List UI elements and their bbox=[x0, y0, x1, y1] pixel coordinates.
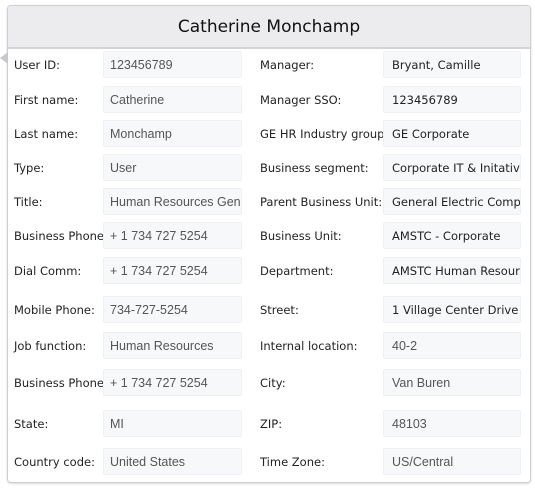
field-value[interactable]: AMSTC - Corporate bbox=[383, 222, 521, 249]
field-value[interactable]: 734-727-5254 bbox=[103, 296, 242, 323]
field-label: Mobile Phone: bbox=[14, 303, 95, 317]
field-value[interactable]: 123456789 bbox=[103, 51, 242, 78]
field-value[interactable]: Human Resources Generalist bbox=[103, 188, 242, 215]
field-value[interactable]: AMSTC Human Resources bbox=[383, 257, 521, 284]
field-value[interactable]: + 1 734 727 5254 bbox=[103, 369, 242, 396]
field-label: Department: bbox=[260, 264, 334, 278]
profile-header: Catherine Monchamp bbox=[8, 6, 530, 49]
field-row: First name: Catherine Manager SSO: 12345678… bbox=[0, 85, 535, 115]
field-label: Business Phone: bbox=[14, 229, 108, 243]
field-value[interactable]: 1 Village Center Drive bbox=[383, 296, 521, 323]
field-value[interactable]: Corporate IT & Initatives bbox=[383, 154, 521, 181]
field-label: Business segment: bbox=[260, 161, 369, 175]
field-row: Business Phone: + 1 734 727 5254 City: Van … bbox=[0, 368, 535, 398]
field-row: Mobile Phone: 734-727-5254 Street: 1 Villag… bbox=[0, 295, 535, 325]
field-value[interactable]: GE Corporate bbox=[383, 120, 521, 147]
field-row: Business Phone: + 1 734 727 5254 Business … bbox=[0, 221, 535, 251]
field-value[interactable]: Monchamp bbox=[103, 120, 242, 147]
field-row: State: MI ZIP: 48103 bbox=[0, 409, 535, 439]
field-value[interactable]: US/Central bbox=[383, 448, 521, 475]
field-label: First name: bbox=[14, 93, 79, 107]
field-label: Job function: bbox=[14, 339, 87, 353]
field-row: Title: Human Resources Generalist Parent B… bbox=[0, 187, 535, 217]
field-row: Last name: Monchamp GE HR Industry group: G… bbox=[0, 119, 535, 149]
field-row: Dial Comm: + 1 734 727 5254 Department: AMS… bbox=[0, 256, 535, 286]
field-label: Title: bbox=[14, 195, 43, 209]
field-label: Street: bbox=[260, 303, 299, 317]
field-value[interactable]: Catherine bbox=[103, 86, 242, 113]
field-label: Parent Business Unit: bbox=[260, 195, 383, 209]
field-row: Country code: United States Time Zone: US/C… bbox=[0, 447, 535, 477]
field-label: User ID: bbox=[14, 58, 60, 72]
field-value[interactable]: + 1 734 727 5254 bbox=[103, 257, 242, 284]
field-row: Job function: Human Resources Internal loc… bbox=[0, 331, 535, 361]
field-label: ZIP: bbox=[260, 417, 283, 431]
field-label: Manager SSO: bbox=[260, 93, 342, 107]
field-label: State: bbox=[14, 417, 49, 431]
field-value[interactable]: United States bbox=[103, 448, 242, 475]
field-label: Type: bbox=[14, 161, 45, 175]
field-label: Dial Comm: bbox=[14, 264, 82, 278]
field-label: Country code: bbox=[14, 455, 95, 469]
field-label: Business Unit: bbox=[260, 229, 342, 243]
field-value[interactable]: 48103 bbox=[383, 410, 521, 437]
field-label: Business Phone: bbox=[14, 376, 108, 390]
field-value[interactable]: Bryant, Camille bbox=[383, 51, 521, 78]
field-value[interactable]: 123456789 bbox=[383, 86, 521, 113]
field-label: Internal location: bbox=[260, 339, 358, 353]
field-label: GE HR Industry group: bbox=[260, 127, 389, 141]
field-label: Time Zone: bbox=[260, 455, 325, 469]
field-value[interactable]: General Electric Company bbox=[383, 188, 521, 215]
page-title: Catherine Monchamp bbox=[177, 16, 361, 37]
field-row: Type: User Business segment: Corporate IT &… bbox=[0, 153, 535, 183]
field-row: User ID: 123456789 Manager: Bryant, Camille bbox=[0, 50, 535, 80]
field-value[interactable]: Human Resources bbox=[103, 332, 242, 359]
field-value[interactable]: + 1 734 727 5254 bbox=[103, 222, 242, 249]
field-label: Manager: bbox=[260, 58, 315, 72]
field-value[interactable]: MI bbox=[103, 410, 242, 437]
field-value[interactable]: User bbox=[103, 154, 242, 181]
field-label: Last name: bbox=[14, 127, 79, 141]
field-value[interactable]: Van Buren bbox=[383, 369, 521, 396]
field-value[interactable]: 40-2 bbox=[383, 332, 521, 359]
field-label: City: bbox=[260, 376, 286, 390]
